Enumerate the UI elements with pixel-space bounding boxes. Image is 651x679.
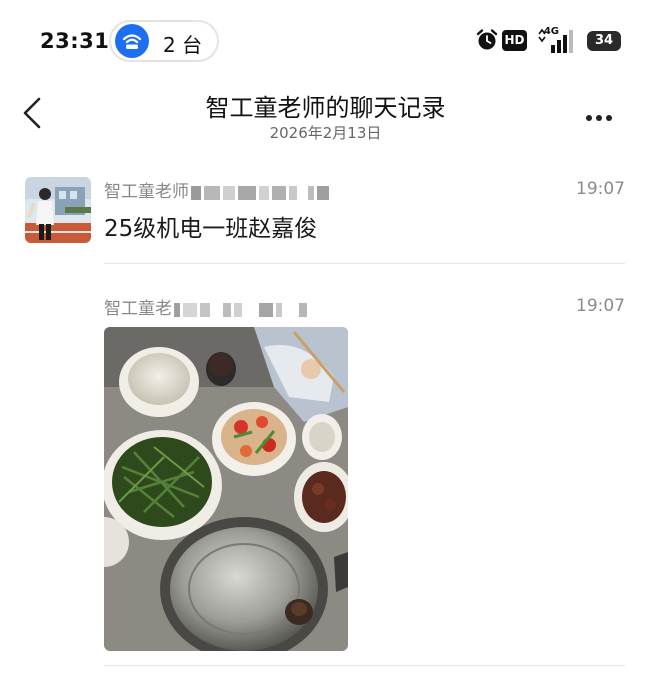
connected-devices-pill[interactable]: 2 台 — [109, 20, 219, 62]
hd-icon: HD — [502, 30, 527, 51]
meal-photo[interactable] — [104, 327, 348, 651]
message-divider — [104, 665, 625, 666]
status-bar: 23:31 2 台 HD 4G 34 — [0, 0, 651, 86]
message-time: 19:07 — [576, 296, 625, 316]
sender-name: 智工童老 — [104, 294, 310, 319]
chat-message: 智工童老 19:07 — [0, 294, 651, 674]
message-text[interactable]: 25级机电一班赵嘉俊 — [104, 209, 317, 243]
device-count: 2 台 — [163, 33, 203, 57]
signal-icon: 4G — [537, 26, 577, 58]
sender-name-text: 智工童老师 — [104, 182, 189, 202]
page-date: 2026年2月13日 — [269, 124, 382, 142]
avatar[interactable] — [25, 177, 91, 243]
sender-name-text: 智工童老 — [104, 299, 172, 319]
network-type: 4G — [543, 26, 559, 37]
wifi-hotspot-icon — [115, 24, 149, 58]
page-title: 智工童老师的聊天记录 — [205, 94, 446, 122]
chat-history-screen: 23:31 2 台 HD 4G 34 智工童老师的聊天记录 2026年2月13日… — [0, 0, 651, 679]
sender-name: 智工童老师 — [104, 177, 332, 202]
message-time: 19:07 — [576, 179, 625, 199]
chat-header: 智工童老师的聊天记录 2026年2月13日 — [0, 86, 651, 156]
alarm-icon — [475, 28, 499, 56]
redacted-area — [191, 183, 332, 201]
battery-icon: 34 — [587, 31, 621, 51]
status-time: 23:31 — [40, 29, 110, 53]
redacted-area — [174, 300, 310, 318]
chat-message: 智工童老师 19:07 25级机电一班赵嘉俊 — [0, 177, 651, 267]
more-dots-icon[interactable] — [586, 106, 622, 121]
message-divider — [104, 263, 625, 264]
